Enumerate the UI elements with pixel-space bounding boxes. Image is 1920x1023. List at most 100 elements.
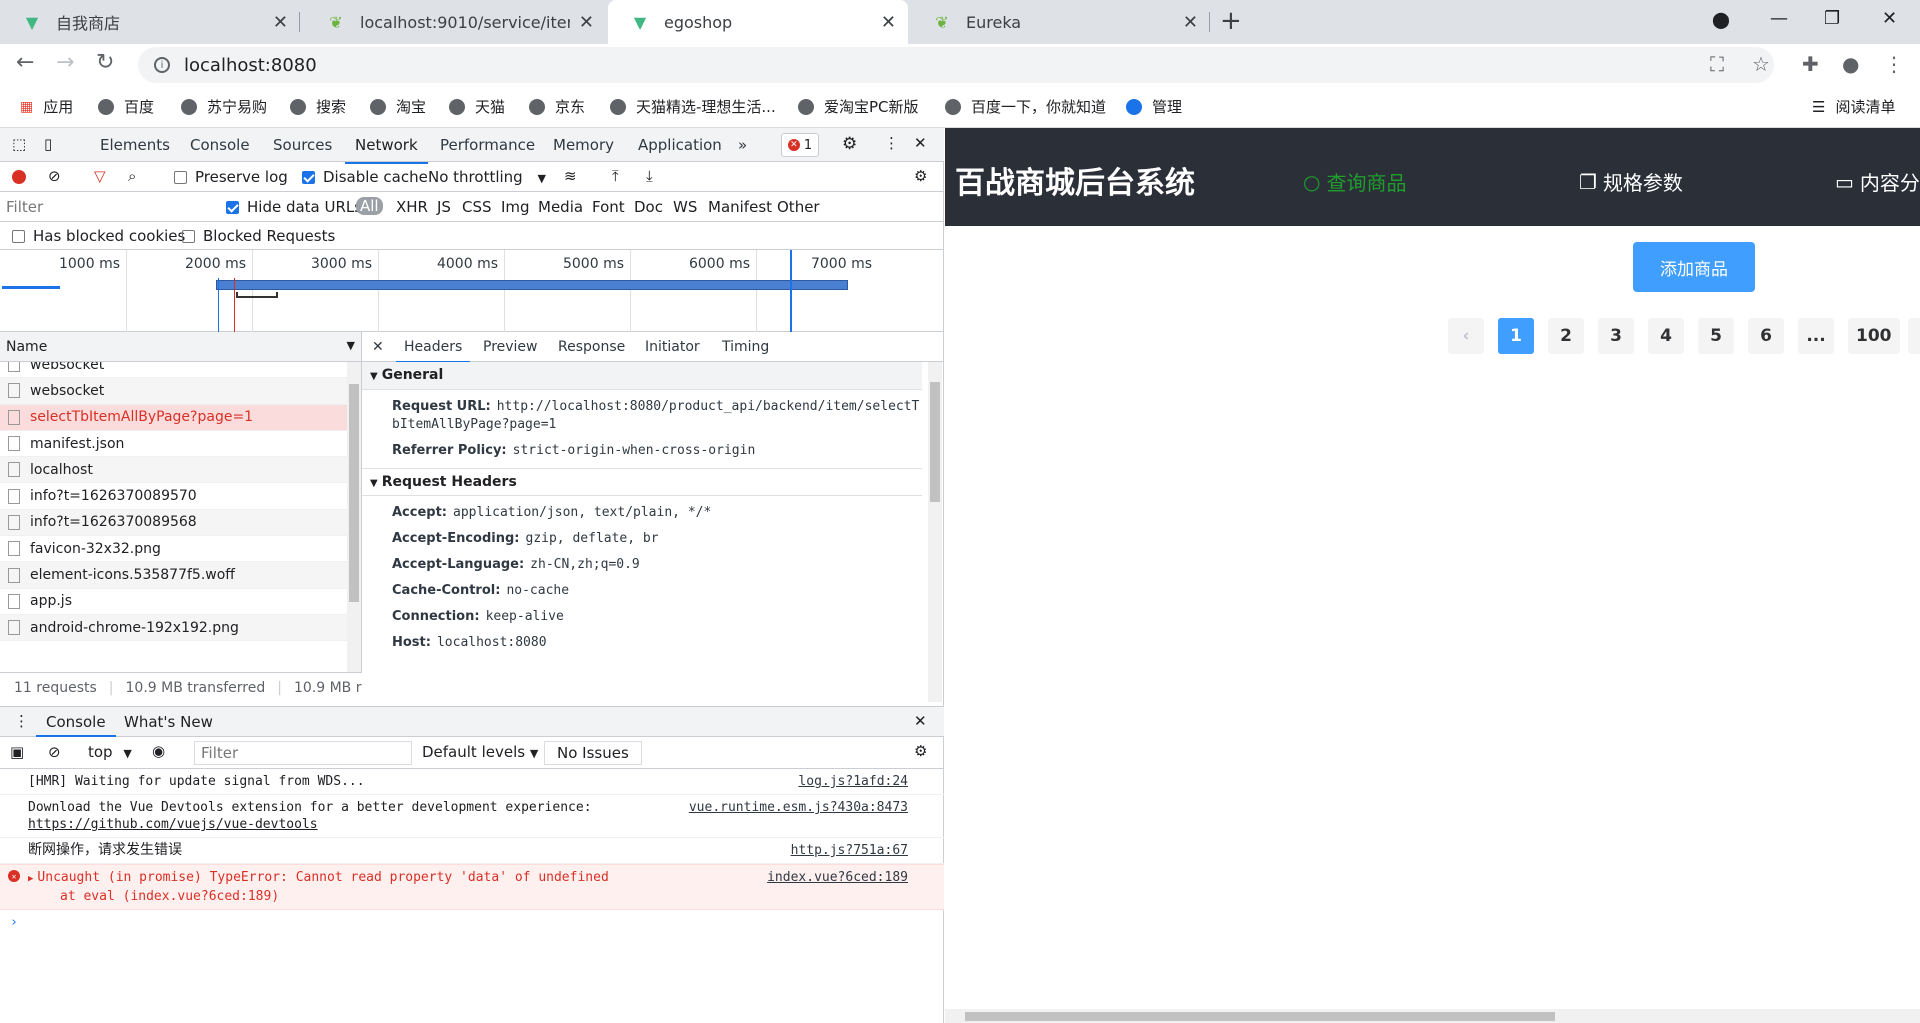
source-link[interactable]: log.js?1afd:24	[798, 773, 908, 790]
window-close-icon[interactable]: ✕	[1882, 8, 1897, 29]
tab-response[interactable]: Response	[558, 339, 625, 355]
bookmark-item[interactable]: 百度一下，你就知道	[945, 96, 1106, 117]
new-tab-icon[interactable]: +	[1220, 6, 1242, 36]
menu-icon[interactable]: ⋮	[1884, 52, 1904, 76]
request-row-selected[interactable]: selectTbItemAllByPage?page=1	[0, 404, 348, 431]
type-filter-ws[interactable]: WS	[673, 198, 697, 216]
tab-console-drawer[interactable]: Console	[46, 713, 106, 731]
more-pages-button[interactable]: ...	[1798, 318, 1834, 354]
bookmark-item[interactable]: 天猫	[449, 96, 505, 117]
more-tabs-icon[interactable]: »	[738, 136, 747, 154]
page-button-active[interactable]: 1	[1498, 318, 1534, 354]
drawer-menu-icon[interactable]: ⋮	[14, 712, 29, 730]
nav-content[interactable]: ▭ 内容分	[1835, 167, 1920, 196]
request-row[interactable]: favicon-32x32.png	[0, 536, 348, 563]
close-icon[interactable]: ✕	[881, 12, 896, 33]
type-filter-css[interactable]: CSS	[462, 198, 492, 216]
browser-tab[interactable]: ❦ Eureka ✕	[910, 0, 1210, 44]
url-bar[interactable]: i localhost:8080	[138, 47, 1774, 83]
type-filter-js[interactable]: JS	[437, 198, 451, 216]
source-link[interactable]: index.vue?6ced:189	[767, 869, 908, 886]
devtools-link[interactable]: https://github.com/vuejs/vue-devtools	[28, 817, 318, 832]
extensions-icon[interactable]: ✚	[1802, 52, 1819, 76]
reload-icon[interactable]: ↻	[96, 50, 114, 75]
request-row[interactable]: manifest.json	[0, 431, 348, 458]
page-button[interactable]: 6	[1748, 318, 1784, 354]
inspect-icon[interactable]: ⬚	[12, 135, 26, 153]
type-filter-manifest[interactable]: Manifest	[708, 198, 772, 216]
has-blocked-cookies-checkbox[interactable]: Has blocked cookies	[12, 227, 185, 245]
info-icon[interactable]: i	[154, 57, 170, 73]
source-link[interactable]: vue.runtime.esm.js?430a:8473	[689, 799, 908, 816]
request-headers-section-header[interactable]: ▼ Request Headers	[362, 468, 922, 496]
type-filter-xhr[interactable]: XHR	[396, 198, 428, 216]
bookmark-apps[interactable]: ▦ 应用	[20, 96, 73, 117]
close-detail-icon[interactable]: ✕	[372, 339, 384, 355]
minimize-icon[interactable]: —	[1770, 8, 1788, 29]
throttling-select[interactable]: No throttling ▼	[428, 168, 546, 186]
hide-data-urls-checkbox[interactable]: Hide data URLs	[226, 198, 362, 216]
browser-tab[interactable]: ❦ localhost:9010/service/item/se ✕	[304, 0, 606, 44]
network-timeline[interactable]: 1000 ms 2000 ms 3000 ms 4000 ms 5000 ms …	[0, 250, 944, 332]
tab-sources[interactable]: Sources	[273, 136, 332, 154]
horizontal-scrollbar[interactable]	[945, 1009, 1920, 1023]
close-icon[interactable]: ✕	[579, 12, 594, 33]
console-error-message[interactable]: ✕ ▶ Uncaught (in promise) TypeError: Canno…	[0, 864, 944, 910]
type-filter-all[interactable]: All	[356, 197, 383, 215]
tab-headers[interactable]: Headers	[395, 339, 471, 363]
export-har-icon[interactable]: ⤓	[646, 167, 653, 185]
bookmark-item[interactable]: 百度	[98, 96, 154, 117]
search-icon[interactable]: ⌕	[128, 167, 136, 185]
tab-elements[interactable]: Elements	[100, 136, 170, 154]
page-button[interactable]: 100	[1848, 318, 1900, 354]
scrollbar-thumb[interactable]	[349, 384, 359, 602]
scrollbar-thumb[interactable]	[965, 1012, 1555, 1021]
bookmark-item[interactable]: 天猫精选-理想生活...	[610, 96, 776, 117]
tab-search-icon[interactable]: ⬤	[1712, 10, 1730, 29]
close-drawer-icon[interactable]: ✕	[914, 712, 927, 730]
next-page-button[interactable]: ›	[1908, 318, 1920, 354]
tab-console[interactable]: Console	[190, 136, 250, 154]
nav-query-products[interactable]: ○ 查询商品	[1303, 167, 1406, 196]
bookmark-star-icon[interactable]: ☆	[1752, 52, 1770, 76]
context-select[interactable]: top ▼	[88, 743, 132, 761]
bookmark-item[interactable]: 管理	[1126, 96, 1182, 117]
restore-icon[interactable]: ❐	[1824, 8, 1840, 29]
translate-icon[interactable]: ⛶	[1710, 52, 1724, 76]
name-column-header[interactable]: Name ▼	[0, 332, 361, 362]
tab-initiator[interactable]: Initiator	[645, 339, 700, 355]
tab-memory[interactable]: Memory	[553, 136, 614, 154]
bookmark-item[interactable]: 京东	[529, 96, 585, 117]
filter-input[interactable]: Filter	[6, 198, 43, 216]
browser-tab[interactable]: ▼ 自我商店 ✕	[0, 0, 300, 44]
type-filter-img[interactable]: Img	[501, 198, 530, 216]
issues-button[interactable]: No Issues	[544, 741, 642, 765]
page-button[interactable]: 4	[1648, 318, 1684, 354]
tab-performance[interactable]: Performance	[440, 136, 535, 154]
page-button[interactable]: 3	[1598, 318, 1634, 354]
disable-cache-checkbox[interactable]: Disable cache	[302, 168, 428, 186]
type-filter-other[interactable]: Other	[777, 198, 820, 216]
page-button[interactable]: 5	[1698, 318, 1734, 354]
request-row[interactable]: android-chrome-192x192.png	[0, 614, 348, 642]
filter-icon[interactable]: ▽	[94, 167, 106, 185]
add-product-button[interactable]: 添加商品	[1633, 242, 1755, 292]
request-row[interactable]: localhost	[0, 457, 348, 484]
request-list-scrollbar[interactable]	[347, 362, 361, 672]
prev-page-button[interactable]: ‹	[1448, 318, 1484, 354]
tab-preview[interactable]: Preview	[483, 339, 538, 355]
close-devtools-icon[interactable]: ✕	[914, 134, 927, 152]
tab-whats-new[interactable]: What's New	[124, 713, 213, 731]
console-prompt[interactable]: ›	[0, 910, 944, 930]
devtools-menu-icon[interactable]: ⋮	[884, 134, 899, 152]
network-settings-icon[interactable]: ⚙	[914, 167, 927, 185]
import-har-icon[interactable]: ⤒	[612, 167, 619, 185]
request-row[interactable]: info?t=1626370089570	[0, 483, 348, 510]
scrollbar-thumb[interactable]	[930, 382, 940, 502]
profile-icon[interactable]: ●	[1842, 52, 1859, 76]
bookmark-item[interactable]: 爱淘宝PC新版	[798, 96, 919, 117]
blocked-requests-checkbox[interactable]: Blocked Requests	[182, 227, 335, 245]
clear-console-icon[interactable]: ⊘	[48, 743, 61, 761]
close-icon[interactable]: ✕	[273, 12, 288, 33]
tab-application[interactable]: Application	[638, 136, 722, 154]
